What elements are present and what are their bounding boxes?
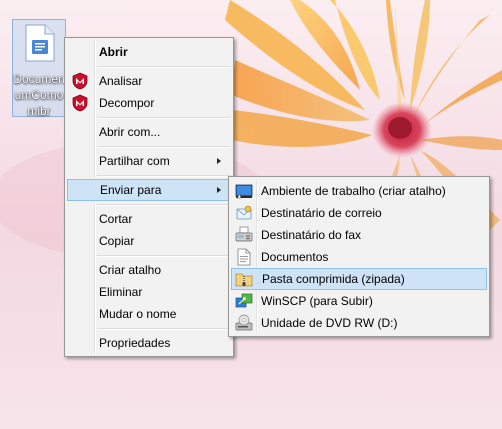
menu-item-label: Criar atalho [99, 263, 162, 277]
menu-separator [97, 117, 231, 119]
menu-item-label: Analisar [99, 74, 143, 88]
menu-item-label: Destinatário do fax [261, 228, 362, 242]
menu-item-enviar-para[interactable]: Enviar para [67, 179, 231, 201]
submenu-item-desktop[interactable]: Ambiente de trabalho (criar atalho) [231, 180, 487, 202]
menu-separator [97, 204, 231, 206]
submenu-item-dvd-drive[interactable]: Unidade de DVD RW (D:) [231, 312, 487, 334]
menu-item-decompor[interactable]: Decompor [67, 92, 231, 114]
desktop-file-name-line1: Documen [13, 72, 65, 86]
menu-item-label: Enviar para [100, 183, 162, 197]
send-to-submenu: Ambiente de trabalho (criar atalho) Dest… [228, 176, 490, 337]
menu-item-propriedades[interactable]: Propriedades [67, 332, 231, 354]
menu-item-label: Abrir [99, 45, 128, 59]
menu-item-label: Eliminar [99, 285, 143, 299]
document-icon [25, 24, 55, 62]
menu-item-label: Abrir com... [99, 125, 161, 139]
menu-item-analisar[interactable]: Analisar [67, 70, 231, 92]
mcafee-shield-icon [72, 72, 88, 90]
menu-separator [97, 255, 231, 257]
submenu-arrow-icon [217, 158, 221, 164]
desktop-file-name-line3: mibr [27, 104, 51, 118]
menu-item-abrir[interactable]: Abrir [67, 41, 231, 63]
menu-item-label: Copiar [99, 234, 135, 248]
desktop-file-icon[interactable]: Documen umComo mibr [12, 19, 66, 119]
menu-item-label: Propriedades [99, 336, 171, 350]
submenu-item-fax[interactable]: Destinatário do fax [231, 224, 487, 246]
menu-item-label: Mudar o nome [99, 307, 177, 321]
menu-item-label: Ambiente de trabalho (criar atalho) [261, 184, 446, 198]
menu-separator [97, 328, 231, 330]
menu-item-label: Cortar [99, 212, 133, 226]
menu-item-criar-atalho[interactable]: Criar atalho [67, 259, 231, 281]
mcafee-shield-icon [72, 94, 88, 112]
winscp-icon [235, 293, 253, 308]
mail-recipient-icon [236, 205, 252, 220]
menu-item-label: WinSCP (para Subir) [261, 294, 373, 308]
menu-item-label: Partilhar com [99, 154, 170, 168]
context-menu: Abrir Analisar Decompor Abrir com... Par… [64, 37, 234, 357]
submenu-item-mail-recipient[interactable]: Destinatário de correio [231, 202, 487, 224]
menu-item-eliminar[interactable]: Eliminar [67, 281, 231, 303]
menu-item-label: Documentos [261, 250, 329, 264]
menu-item-mudar-o-nome[interactable]: Mudar o nome [67, 303, 231, 325]
submenu-item-winscp[interactable]: WinSCP (para Subir) [231, 290, 487, 312]
menu-item-cortar[interactable]: Cortar [67, 208, 231, 230]
desktop-file-name: Documen umComo mibr [13, 71, 65, 119]
dvd-drive-icon [235, 314, 253, 331]
submenu-item-zip-folder[interactable]: Pasta comprimida (zipada) [231, 268, 487, 290]
documents-icon [237, 248, 251, 266]
menu-separator [97, 66, 231, 68]
menu-item-label: Decompor [99, 96, 155, 110]
submenu-item-documents[interactable]: Documentos [231, 246, 487, 268]
menu-item-partilhar-com[interactable]: Partilhar com [67, 150, 231, 172]
menu-item-label: Unidade de DVD RW (D:) [261, 316, 398, 330]
menu-item-label: Pasta comprimida (zipada) [262, 272, 405, 286]
menu-item-label: Destinatário de correio [261, 206, 382, 220]
menu-item-copiar[interactable]: Copiar [67, 230, 231, 252]
fax-icon [235, 226, 253, 242]
zip-folder-icon [235, 273, 253, 287]
menu-separator [97, 175, 231, 177]
desktop-icon [235, 184, 253, 199]
desktop-file-name-line2: umComo [14, 88, 64, 102]
menu-item-abrir-com[interactable]: Abrir com... [67, 121, 231, 143]
submenu-arrow-icon [217, 187, 221, 193]
menu-separator [97, 146, 231, 148]
